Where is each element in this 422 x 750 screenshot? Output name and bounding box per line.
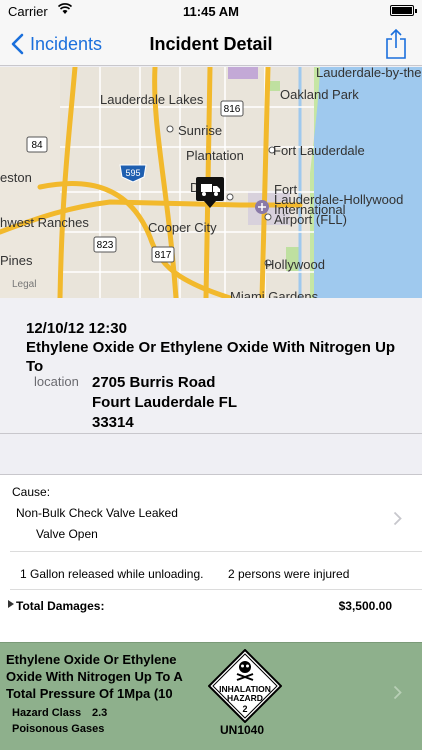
injury-count: 2 persons were injured <box>228 567 350 581</box>
address-line-2: Fourt Lauderdale FL <box>92 394 238 411</box>
map-label: Miami Gardens <box>230 289 319 298</box>
hazard-card[interactable]: Ethylene Oxide Or Ethylene Oxide With Ni… <box>0 642 422 750</box>
map-label: Cooper City <box>148 220 217 235</box>
release-amount: 1 Gallon released while unloading. <box>20 567 204 581</box>
hazard-class-value: 2.3 <box>92 707 108 719</box>
incident-material: Ethylene Oxide Or Ethylene Oxide With Ni… <box>26 339 396 375</box>
divider <box>10 551 422 552</box>
hazard-description: Poisonous Gases <box>12 723 105 735</box>
clock: 11:45 AM <box>183 4 239 19</box>
hazard-material-name: Ethylene Oxide Or Ethylene Oxide With Ni… <box>6 652 183 701</box>
svg-text:84: 84 <box>31 140 43 151</box>
incident-summary: 12/10/12 12:30 Ethylene Oxide Or Ethylen… <box>0 298 422 434</box>
total-damages-row[interactable]: Total Damages: $3,500.00 <box>0 593 422 621</box>
status-bar: Carrier 11:45 AM <box>0 0 422 22</box>
cause-section: Cause: Non-Bulk Check Valve Leaked Valve… <box>0 474 422 644</box>
map-label: Lauderdale Lakes <box>100 92 204 107</box>
incident-datetime: 12/10/12 12:30 <box>26 320 127 337</box>
navigation-bar: Incidents Incident Detail <box>0 22 422 66</box>
map-label: eston <box>0 170 32 185</box>
map-label: Lauderdale-by-the-S <box>316 67 422 80</box>
incident-map[interactable]: 816 84 595 823 817 Lauderdale-by-the-S L <box>0 67 422 298</box>
map-label: Fort Lauderdale <box>273 143 365 158</box>
svg-text:2: 2 <box>242 704 247 714</box>
total-damages-label: Total Damages: <box>16 599 105 613</box>
map-label: Pines <box>0 253 33 268</box>
map-legal-link: Legal <box>12 279 36 290</box>
shield-817: 817 <box>151 246 175 263</box>
airport-icon <box>255 200 269 214</box>
svg-text:595: 595 <box>125 168 140 178</box>
hazard-class-label: Hazard Class <box>12 707 82 719</box>
map-label: Plantation <box>186 148 244 163</box>
incident-address: 2705 Burris Road Fourt Lauderdale FL 333… <box>92 373 237 433</box>
cause-row[interactable]: Non-Bulk Check Valve Leaked Valve Open <box>0 501 422 553</box>
svg-text:817: 817 <box>155 250 172 261</box>
un-number: UN1040 <box>220 723 265 737</box>
address-line-3: 33314 <box>92 414 134 431</box>
shield-816: 816 <box>220 100 244 117</box>
page-title: Incident Detail <box>149 34 273 54</box>
map-label: hwest Ranches <box>0 215 89 230</box>
share-icon[interactable] <box>384 28 408 60</box>
svg-text:HAZARD: HAZARD <box>227 693 263 703</box>
map-label: Oakland Park <box>280 87 359 102</box>
park <box>228 67 258 79</box>
shield-823: 823 <box>93 236 117 253</box>
battery-icon <box>390 5 417 16</box>
chevron-right-icon <box>393 511 402 526</box>
location-label: location <box>34 374 79 389</box>
map-label: Sunrise <box>178 123 222 138</box>
chevron-right-icon <box>393 685 402 700</box>
cause-primary: Non-Bulk Check Valve Leaked <box>16 506 178 520</box>
shield-84: 84 <box>26 136 48 153</box>
address-line-1: 2705 Burris Road <box>92 374 216 391</box>
svg-text:816: 816 <box>224 104 241 115</box>
inhalation-hazard-placard-icon: INHALATION HAZARD 2 <box>208 649 282 723</box>
svg-text:823: 823 <box>97 240 114 251</box>
disclosure-triangle-icon <box>8 600 14 608</box>
map-canvas: 816 84 595 823 817 Lauderdale-by-the-S L <box>0 67 422 298</box>
cause-label: Cause: <box>12 485 51 499</box>
map-label: Airport (FLL) <box>274 212 347 227</box>
map-label: Hollywood <box>265 257 325 272</box>
total-damages-value: $3,500.00 <box>338 599 392 613</box>
cause-secondary: Valve Open <box>36 527 98 541</box>
divider <box>10 589 422 590</box>
